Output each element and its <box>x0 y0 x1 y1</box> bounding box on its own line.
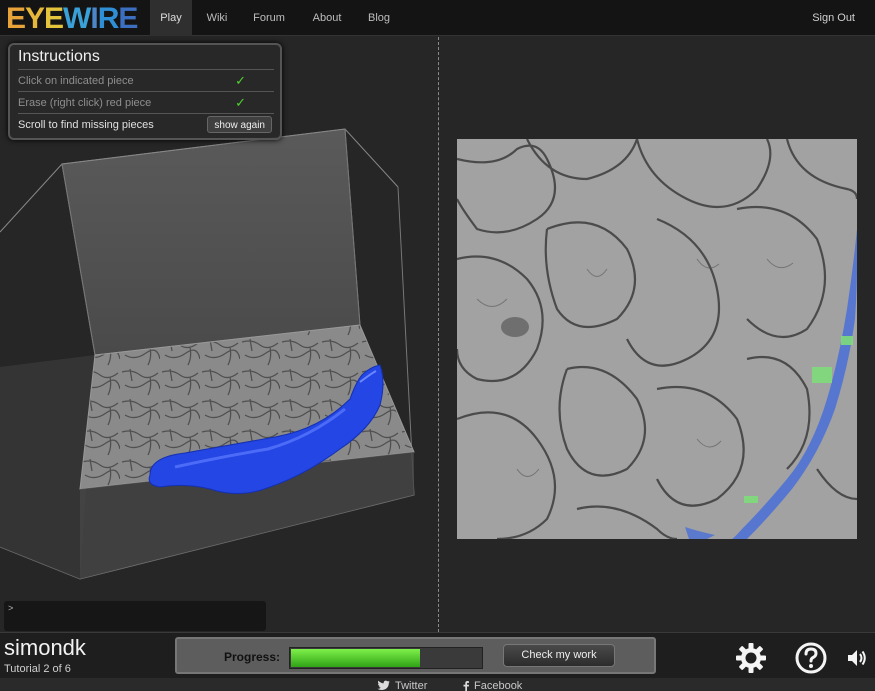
instruction-step: Erase (right click) red piece ✓ <box>18 91 274 113</box>
show-again-button[interactable]: show again <box>207 116 272 133</box>
twitter-link[interactable]: Twitter <box>395 680 427 691</box>
em-slice-graphic[interactable] <box>457 139 857 539</box>
instruction-step: Click on indicated piece ✓ <box>18 69 274 91</box>
instruction-step-text: Scroll to find missing pieces <box>18 119 154 131</box>
checkmark-icon: ✓ <box>235 95 246 110</box>
sign-out-link[interactable]: Sign Out <box>812 0 855 36</box>
top-nav-bar: EYEWIRE Play Wiki Forum About Blog Sign … <box>0 0 875 36</box>
nav-wiki[interactable]: Wiki <box>200 0 234 36</box>
box-back-wall <box>61 128 361 356</box>
eyewire-logo[interactable]: EYEWIRE <box>6 2 138 36</box>
console-prompt: > <box>8 604 14 614</box>
em-image-slice[interactable] <box>457 139 857 539</box>
bottom-bar: simondk Tutorial 2 of 6 Progress: Check … <box>0 632 875 678</box>
instruction-step: Scroll to find missing pieces show again <box>18 113 274 135</box>
footer: Twitter Facebook <box>0 678 875 691</box>
progress-panel: Progress: Check my work <box>175 637 656 674</box>
logo-wordmark: EYEWIRE <box>6 2 138 36</box>
seed-fragment[interactable] <box>841 336 853 345</box>
progress-label: Progress: <box>224 650 281 664</box>
facebook-icon[interactable] <box>462 680 470 691</box>
seed-fragment[interactable] <box>812 367 832 383</box>
nav-forum[interactable]: Forum <box>248 0 290 36</box>
progress-bar <box>289 647 483 669</box>
logo-letter: E <box>6 2 26 35</box>
instructions-panel: Instructions Click on indicated piece ✓ … <box>8 43 282 140</box>
instruction-step-text: Erase (right click) red piece <box>18 97 152 109</box>
instruction-step-text: Click on indicated piece <box>18 75 134 87</box>
progress-bar-fill <box>291 649 420 667</box>
2d-slice-viewer[interactable] <box>439 37 875 632</box>
logo-letter: E <box>44 2 64 35</box>
logo-letter: R <box>97 2 120 35</box>
chat-console[interactable]: > <box>4 601 266 631</box>
check-my-work-button[interactable]: Check my work <box>503 644 615 667</box>
help-icon[interactable] <box>794 641 828 675</box>
eyewire-app: EYEWIRE Play Wiki Forum About Blog Sign … <box>0 0 875 691</box>
facebook-link[interactable]: Facebook <box>474 680 522 691</box>
tutorial-progress-label: Tutorial 2 of 6 <box>4 663 71 675</box>
checkmark-icon: ✓ <box>235 73 246 88</box>
logo-letter: W <box>63 2 91 35</box>
instructions-title: Instructions <box>18 48 100 65</box>
logo-letter: E <box>118 2 138 35</box>
gear-icon[interactable] <box>734 641 768 675</box>
username[interactable]: simondk <box>4 636 86 660</box>
seed-fragment[interactable] <box>744 496 758 503</box>
nav-play[interactable]: Play <box>150 0 192 36</box>
nav-about[interactable]: About <box>306 0 348 36</box>
speaker-icon[interactable] <box>846 648 868 668</box>
twitter-icon[interactable] <box>377 680 391 691</box>
logo-letter: I <box>90 2 98 35</box>
nav-blog[interactable]: Blog <box>362 0 396 36</box>
logo-letter: Y <box>25 2 45 35</box>
